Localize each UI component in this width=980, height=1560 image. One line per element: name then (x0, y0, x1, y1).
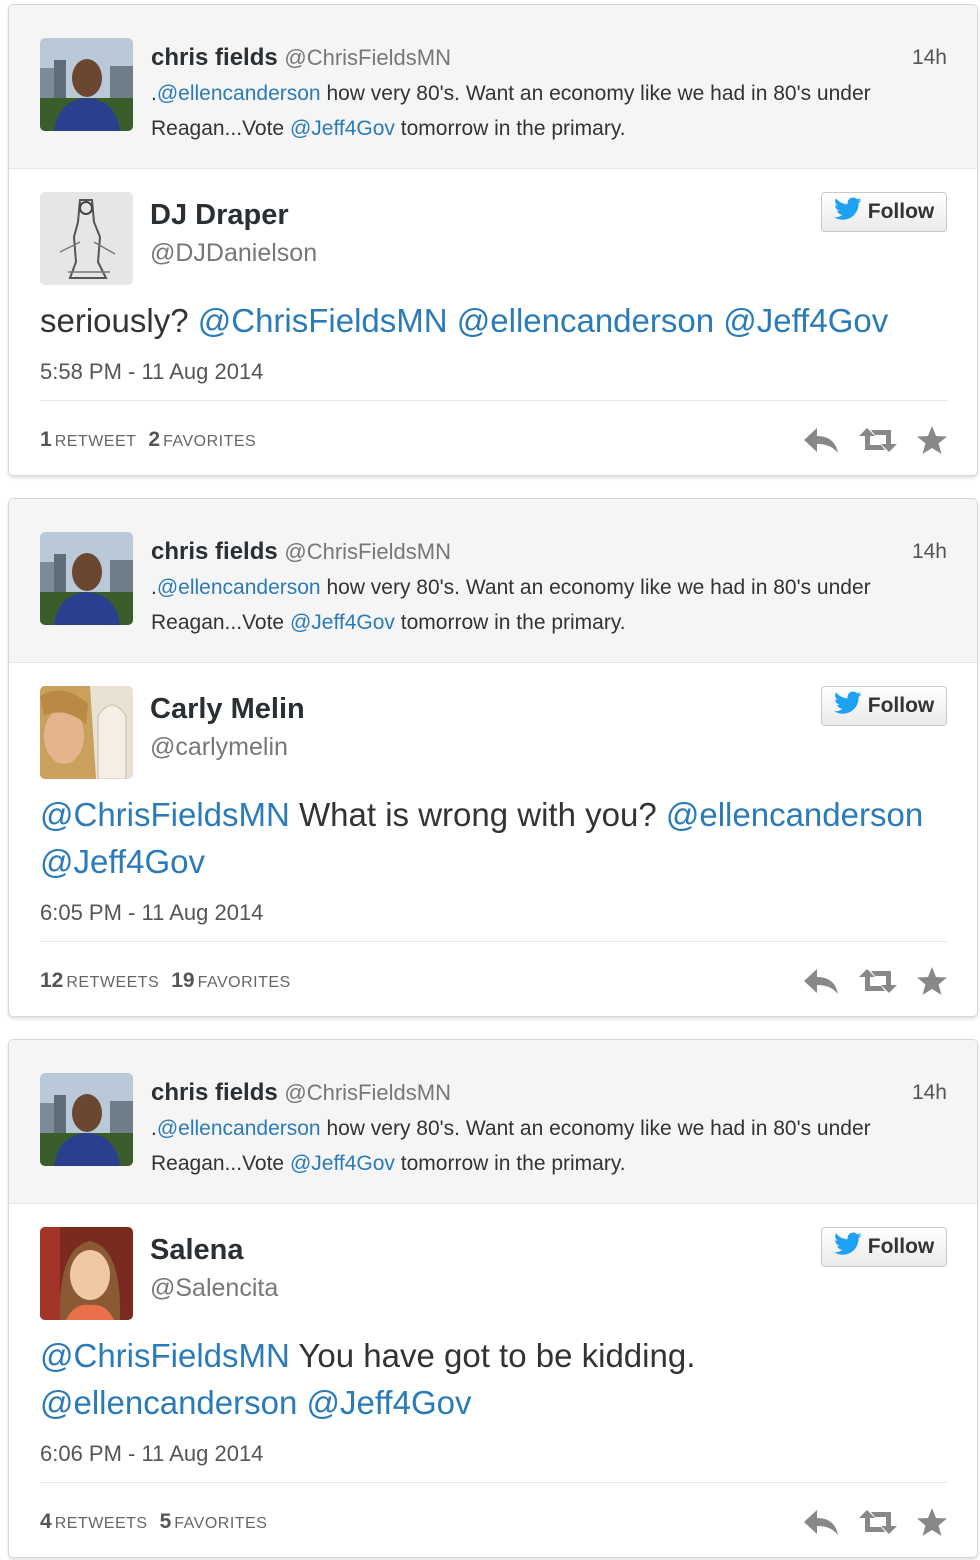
reply-mentions[interactable]: @ChrisFieldsMN @ellencanderson @Jeff4Gov (198, 302, 889, 339)
retweet-label[interactable]: Retweets (55, 1515, 148, 1532)
reply-author-handle[interactable]: @Salencita (150, 1274, 278, 1303)
favorite-label[interactable]: Favorites (163, 433, 256, 450)
parent-tweet-text: .@ellencanderson how very 80's. Want an … (151, 76, 951, 146)
reply-author-name[interactable]: Carly Melin (150, 693, 305, 726)
star-icon[interactable] (917, 967, 947, 995)
parent-author[interactable]: chris fields @ChrisFieldsMN (151, 538, 451, 566)
reply-text-mid: What is wrong with you? (289, 796, 666, 833)
parent-timestamp[interactable]: 14h (912, 46, 947, 70)
divider (40, 400, 948, 401)
retweet-icon[interactable] (859, 1508, 897, 1536)
mention-ellencanderson[interactable]: @ellencanderson (157, 576, 321, 599)
favorite-label[interactable]: Favorites (174, 1515, 267, 1532)
parent-author-handle[interactable]: @ChrisFieldsMN (284, 1080, 451, 1105)
parent-tweet[interactable]: chris fields @ChrisFieldsMN 14h .@ellenc… (9, 499, 977, 663)
avatar-chris-fields[interactable] (40, 38, 133, 131)
parent-tweet-text: .@ellencanderson how very 80's. Want an … (151, 570, 951, 640)
retweet-count[interactable]: 12 (40, 969, 63, 992)
retweet-icon[interactable] (859, 967, 897, 995)
tweet-card-3: chris fields @ChrisFieldsMN 14h .@ellenc… (8, 1039, 978, 1558)
parent-author-name[interactable]: chris fields (151, 538, 278, 565)
tweet-card-1: chris fields @ChrisFieldsMN 14h .@ellenc… (8, 4, 978, 476)
mention-ellencanderson[interactable]: @ellencanderson (157, 82, 321, 105)
parent-tweet-text: .@ellencanderson how very 80's. Want an … (151, 1111, 951, 1181)
reply-mentions[interactable]: @ellencanderson @Jeff4Gov (40, 1384, 471, 1421)
reply-date[interactable]: 5:58 PM - 11 Aug 2014 (40, 359, 263, 385)
tweet-actions (803, 1506, 947, 1538)
reply-author-handle[interactable]: @DJDanielson (150, 239, 317, 268)
reply-author-name[interactable]: DJ Draper (150, 199, 289, 232)
parent-author[interactable]: chris fields @ChrisFieldsMN (151, 1079, 451, 1107)
parent-author-name[interactable]: chris fields (151, 44, 278, 71)
reply-stats: 4 Retweets 5 Favorites (40, 1510, 279, 1534)
reply-author-name[interactable]: Salena (150, 1234, 244, 1267)
star-icon[interactable] (917, 1508, 947, 1536)
tweet-card-2: chris fields @ChrisFieldsMN 14h .@ellenc… (8, 498, 978, 1017)
reply-date[interactable]: 6:06 PM - 11 Aug 2014 (40, 1441, 263, 1467)
retweet-label[interactable]: Retweets (66, 974, 159, 991)
favorite-count[interactable]: 5 (160, 1510, 172, 1533)
favorite-label[interactable]: Favorites (198, 974, 291, 991)
avatar-salena[interactable] (40, 1227, 133, 1320)
divider (40, 1482, 948, 1483)
parent-tweet[interactable]: chris fields @ChrisFieldsMN 14h .@ellenc… (9, 5, 977, 169)
reply-icon[interactable] (803, 426, 839, 454)
parent-text-suffix: tomorrow in the primary. (394, 117, 626, 140)
parent-author[interactable]: chris fields @ChrisFieldsMN (151, 44, 451, 72)
twitter-bird-icon (833, 197, 862, 227)
mention-chrisfieldsmn[interactable]: @ChrisFieldsMN (40, 1337, 290, 1374)
mention-jeff4gov[interactable]: @Jeff4Gov (290, 611, 395, 634)
favorite-count[interactable]: 2 (148, 428, 160, 451)
star-icon[interactable] (917, 426, 947, 454)
avatar-chris-fields[interactable] (40, 532, 133, 625)
tweet-actions (803, 424, 947, 456)
avatar-dj-draper[interactable] (40, 192, 133, 285)
twitter-bird-icon (833, 691, 862, 721)
reply-tweet-text: @ChrisFieldsMN You have got to be kiddin… (40, 1332, 950, 1426)
retweet-label[interactable]: Retweet (55, 433, 137, 450)
parent-author-handle[interactable]: @ChrisFieldsMN (284, 539, 451, 564)
follow-button[interactable]: Follow (821, 686, 947, 726)
twitter-bird-icon (833, 1232, 862, 1262)
divider (40, 941, 948, 942)
follow-button[interactable]: Follow (821, 1227, 947, 1267)
reply-stats: 1 Retweet 2 Favorites (40, 428, 268, 452)
retweet-icon[interactable] (859, 426, 897, 454)
avatar-chris-fields[interactable] (40, 1073, 133, 1166)
parent-timestamp[interactable]: 14h (912, 1081, 947, 1105)
follow-button[interactable]: Follow (821, 192, 947, 232)
reply-date[interactable]: 6:05 PM - 11 Aug 2014 (40, 900, 263, 926)
parent-text-suffix: tomorrow in the primary. (394, 611, 626, 634)
parent-author-name[interactable]: chris fields (151, 1079, 278, 1106)
tweet-actions (803, 965, 947, 997)
reply-icon[interactable] (803, 967, 839, 995)
retweet-count[interactable]: 1 (40, 428, 52, 451)
follow-label: Follow (867, 694, 935, 717)
mention-jeff4gov[interactable]: @Jeff4Gov (290, 1152, 395, 1175)
mention-jeff4gov[interactable]: @Jeff4Gov (290, 117, 395, 140)
avatar-carly-melin[interactable] (40, 686, 133, 779)
follow-label: Follow (867, 1235, 935, 1258)
parent-author-handle[interactable]: @ChrisFieldsMN (284, 45, 451, 70)
mention-chrisfieldsmn[interactable]: @ChrisFieldsMN (40, 796, 290, 833)
follow-label: Follow (867, 200, 935, 223)
reply-tweet-text: seriously? @ChrisFieldsMN @ellencanderso… (40, 297, 950, 344)
reply-text-mid: You have got to be kidding. (289, 1337, 696, 1374)
parent-text-suffix: tomorrow in the primary. (394, 1152, 626, 1175)
parent-tweet[interactable]: chris fields @ChrisFieldsMN 14h .@ellenc… (9, 1040, 977, 1204)
parent-timestamp[interactable]: 14h (912, 540, 947, 564)
reply-tweet-text: @ChrisFieldsMN What is wrong with you? @… (40, 791, 950, 885)
retweet-count[interactable]: 4 (40, 1510, 52, 1533)
reply-author-handle[interactable]: @carlymelin (150, 733, 288, 762)
reply-icon[interactable] (803, 1508, 839, 1536)
reply-text-pre: seriously? (40, 302, 198, 339)
favorite-count[interactable]: 19 (171, 969, 194, 992)
reply-stats: 12 Retweets 19 Favorites (40, 969, 303, 993)
mention-ellencanderson[interactable]: @ellencanderson (157, 1117, 321, 1140)
